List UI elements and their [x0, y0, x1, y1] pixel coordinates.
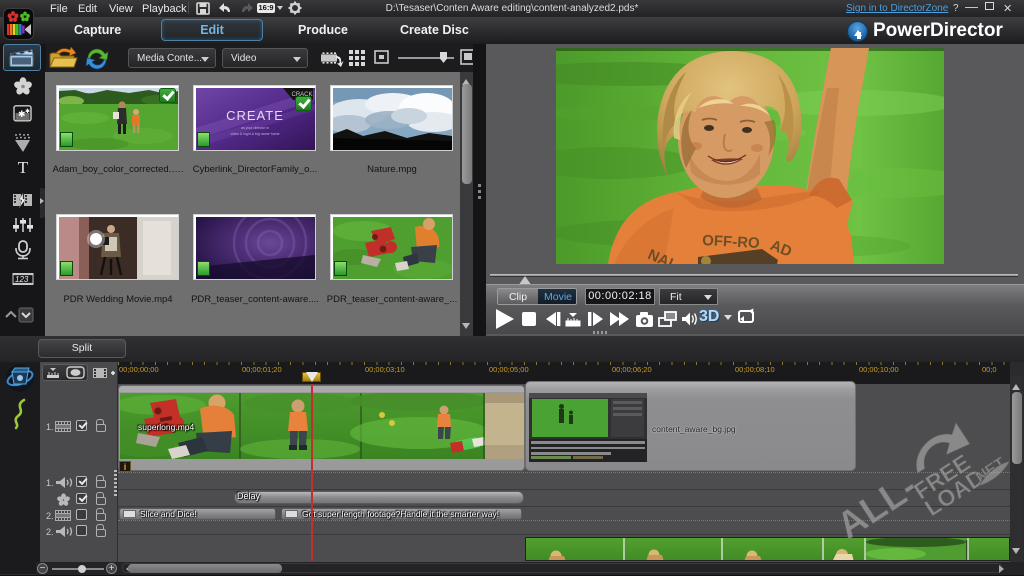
- svg-text:video & night & big·name·home: video & night & big·name·home: [230, 132, 279, 136]
- svg-text:✱: ✱: [25, 108, 30, 115]
- svg-text:as your director in: as your director in: [241, 126, 269, 130]
- svg-text:123: 123: [15, 275, 29, 284]
- svg-text:OFF-RO: OFF-RO: [702, 232, 761, 252]
- svg-text:CREATE: CREATE: [226, 108, 284, 123]
